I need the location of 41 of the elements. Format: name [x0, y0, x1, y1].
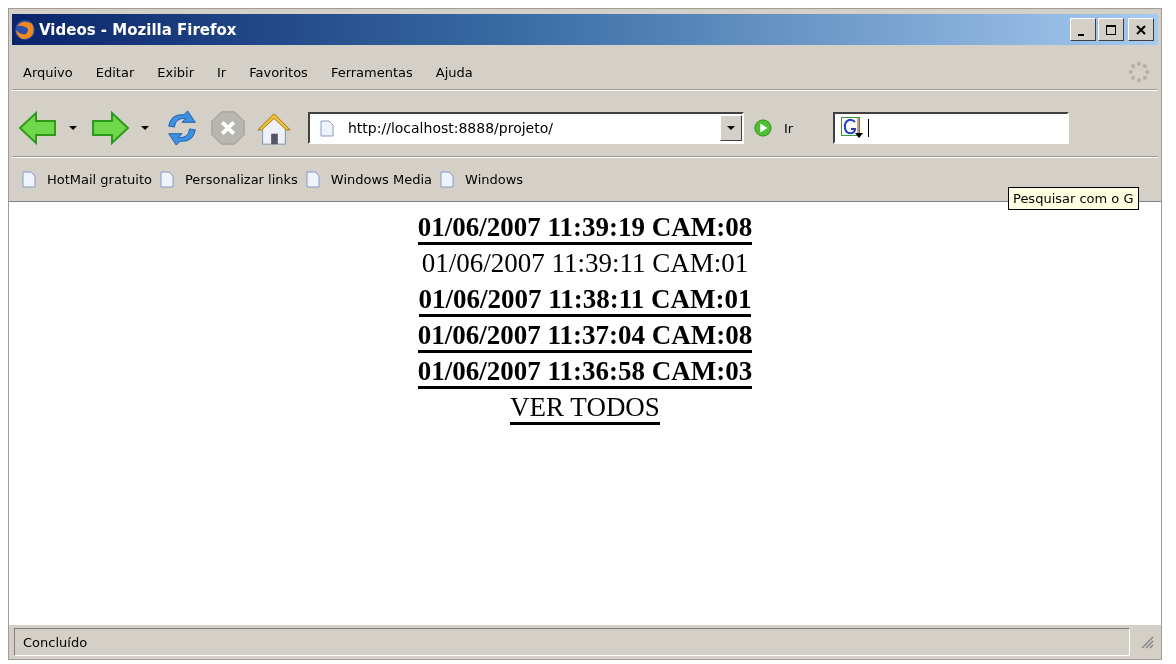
video-link[interactable]: 01/06/2007 11:38:11 CAM:01 — [418, 284, 752, 317]
menu-item[interactable]: Favoritos — [243, 61, 314, 83]
search-engine-icon — [841, 117, 866, 139]
close-button[interactable] — [1128, 18, 1154, 41]
page-icon — [22, 170, 36, 188]
bookmark-link[interactable]: HotMail gratuito — [22, 170, 152, 188]
video-link[interactable]: 01/06/2007 11:37:04 CAM:08 — [417, 320, 753, 353]
status-text: Concluído — [14, 628, 1130, 656]
menu-item[interactable]: Editar — [89, 61, 141, 83]
caret-icon[interactable] — [140, 125, 150, 131]
page-icon — [440, 170, 455, 188]
bookmark-link[interactable]: Windows — [440, 170, 524, 188]
minimize-button[interactable] — [1070, 18, 1096, 41]
menu-item[interactable]: Ir — [211, 61, 233, 83]
menu-item[interactable]: Ferramentas — [324, 61, 419, 83]
video-link[interactable]: 01/06/2007 11:39:19 CAM:08 — [417, 212, 753, 245]
menu-item[interactable]: Exibir — [151, 61, 200, 83]
video-entry: 01/06/2007 11:39:11 CAM:01 — [421, 248, 749, 278]
bookmark-link[interactable]: Windows Media — [305, 170, 433, 188]
close-icon — [1133, 22, 1149, 37]
menu-item[interactable]: Arquivo — [17, 61, 79, 83]
tooltip: Pesquisar com o G — [1008, 187, 1139, 210]
address-field[interactable]: http://localhost:8888/projeto/ — [308, 112, 744, 144]
go-button[interactable]: Ir — [754, 119, 794, 137]
video-link[interactable]: 01/06/2007 11:36:58 CAM:03 — [417, 356, 753, 389]
menu-item[interactable]: Ajuda — [429, 61, 479, 83]
resize-grip-icon[interactable] — [1140, 635, 1154, 649]
page-icon — [320, 119, 334, 137]
window-title: Videos - Mozilla Firefox — [39, 20, 238, 39]
page-icon — [159, 170, 174, 188]
bookmark-link[interactable]: Personalizar links — [159, 170, 298, 188]
caret-icon[interactable] — [68, 125, 78, 131]
see-all-link[interactable]: VER TODOS — [510, 392, 660, 425]
throbber-icon — [1128, 61, 1150, 83]
maximize-button[interactable] — [1098, 18, 1124, 41]
minimize-icon — [1078, 33, 1084, 36]
caret-icon — [726, 125, 736, 131]
search-field[interactable] — [833, 112, 1070, 144]
globe-icon — [14, 18, 36, 41]
page-icon — [305, 170, 320, 188]
dropdown-button[interactable] — [720, 115, 742, 141]
